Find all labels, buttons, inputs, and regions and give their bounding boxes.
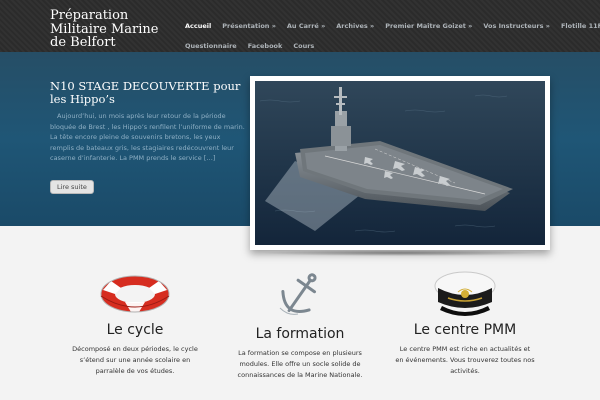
nav-item-vos-instructeurs[interactable]: Vos Instructeurs » [483, 22, 550, 30]
feature-title-le-cycle[interactable]: Le cycle [60, 322, 210, 338]
main-nav: Accueil Présentation » Au Carré » Archiv… [185, 16, 600, 56]
nav-item-premier-maitre-goizet[interactable]: Premier Maître Goizet » [385, 22, 472, 30]
nav-item-cours[interactable]: Cours [293, 42, 314, 50]
site-title[interactable]: Préparation Militaire Marine de Belfort [50, 9, 170, 50]
feature-title-la-formation[interactable]: La formation [225, 326, 375, 342]
featured-photo[interactable] [250, 76, 550, 250]
featured-post-excerpt: Aujourd’hui, un mois après leur retour d… [50, 112, 245, 162]
nav-item-archives[interactable]: Archives » [336, 22, 374, 30]
feature-text-le-centre-pmm: Le centre PMM est riche en actualités et… [395, 345, 535, 375]
nav-item-facebook[interactable]: Facebook [248, 42, 283, 50]
read-more-button[interactable]: Lire suite [50, 180, 94, 194]
featured-post-title[interactable]: N10 STAGE DECOUVERTE pour les Hippo’s [50, 80, 250, 106]
nav-item-flotille-11f[interactable]: Flotille 11F [561, 22, 600, 30]
nav-item-au-carre[interactable]: Au Carré » [287, 22, 325, 30]
anchor-icon [279, 273, 317, 315]
feature-la-formation: La formation La formation se compose en … [225, 268, 375, 381]
photo-shadow [258, 250, 542, 256]
nav-item-questionnaire[interactable]: Questionnaire [185, 42, 237, 50]
nav-item-accueil[interactable]: Accueil [185, 22, 211, 30]
feature-text-le-cycle: Décomposé en deux périodes, le cycle s’é… [72, 345, 198, 375]
feature-text-la-formation: La formation se compose en plusieurs mod… [237, 349, 363, 379]
nav-row-1: Accueil Présentation » Au Carré » Archiv… [185, 16, 600, 36]
feature-title-le-centre-pmm[interactable]: Le centre PMM [390, 322, 540, 338]
aircraft-carrier-image [255, 81, 545, 245]
nav-item-presentation[interactable]: Présentation » [222, 22, 276, 30]
feature-le-cycle: Le cycle Décomposé en deux périodes, le … [60, 268, 210, 377]
featured-slider: N10 STAGE DECOUVERTE pour les Hippo’s Au… [0, 52, 600, 256]
officer-cap-icon [434, 271, 496, 316]
lifebuoy-icon [100, 275, 170, 313]
site-header: Préparation Militaire Marine de Belfort … [0, 0, 600, 52]
feature-le-centre-pmm: Le centre PMM Le centre PMM est riche en… [390, 268, 540, 377]
